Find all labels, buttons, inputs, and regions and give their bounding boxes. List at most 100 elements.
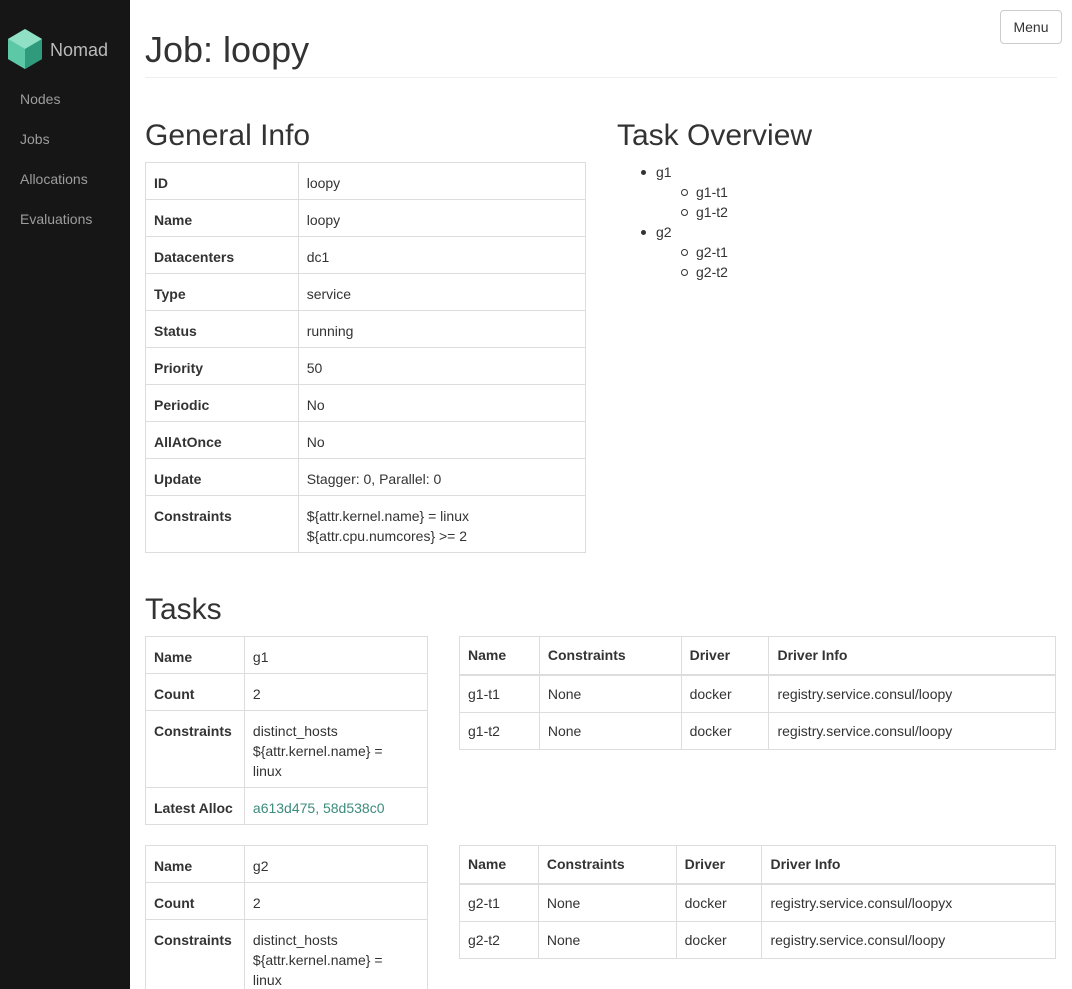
group-key: Latest Alloc (145, 787, 245, 825)
brand[interactable]: Nomad (7, 28, 109, 73)
list-item: g1 g1-t1 g1-t2 (617, 162, 728, 222)
task-driver-cell: docker (680, 674, 770, 713)
table-row: Type service (145, 273, 587, 311)
column-header: Constraints (537, 845, 677, 885)
table-row: Name g2 (145, 845, 429, 883)
table-row: g1-t1 None docker registry.service.consu… (459, 674, 1056, 713)
table-header-row: Name Constraints Driver Driver Info (459, 636, 1056, 676)
list-item: g2-t2 (656, 262, 728, 282)
group-key: Count (145, 882, 245, 920)
task-driver-cell: docker (680, 711, 770, 750)
group-key: Name (145, 845, 245, 883)
task-driver-info-cell: registry.service.consul/loopy (768, 674, 1056, 713)
info-value: No (297, 384, 587, 422)
info-key: Constraints (145, 495, 299, 553)
info-key: AllAtOnce (145, 421, 299, 459)
table-row: g2-t1 None docker registry.service.consu… (459, 883, 1056, 922)
info-key: ID (145, 162, 299, 200)
task-driver-info-cell: registry.service.consul/loopy (768, 711, 1056, 750)
task-driver-cell: docker (675, 920, 763, 959)
info-value: service (297, 273, 587, 311)
constraint-line: ${attr.kernel.name} = (252, 743, 383, 759)
nomad-logo-icon (7, 28, 43, 73)
table-row: Status running (145, 310, 587, 348)
task-name-cell: g2-t2 (459, 920, 539, 959)
table-row: Constraints ${attr.kernel.name} = linux … (145, 495, 587, 553)
table-row: Update Stagger: 0, Parallel: 0 (145, 458, 587, 496)
task-name-cell: g1-t2 (459, 711, 540, 750)
group-key: Name (145, 636, 245, 674)
table-row: Periodic No (145, 384, 587, 422)
constraint-line: distinct_hosts (252, 723, 338, 739)
constraint-line: ${attr.cpu.numcores} >= 2 (306, 528, 468, 544)
info-key: Priority (145, 347, 299, 385)
column-header: Driver (675, 845, 763, 885)
sidebar-item-jobs[interactable]: Jobs (20, 131, 50, 147)
group-key: Constraints (145, 710, 245, 788)
task-driver-info-cell: registry.service.consul/loopyx (761, 883, 1056, 922)
column-header: Name (459, 636, 540, 676)
title-divider (145, 77, 1057, 78)
info-value: running (297, 310, 587, 348)
info-key: Type (145, 273, 299, 311)
general-info-table: ID loopy Name loopy Datacenters dc1 Type ser… (145, 162, 587, 553)
table-row: Constraints distinct_hosts ${attr.kernel… (145, 710, 429, 788)
group-key: Count (145, 673, 245, 711)
group-g2-tasks-table: Name Constraints Driver Driver Info g2-t… (459, 845, 1056, 959)
info-value: loopy (297, 199, 587, 237)
constraint-line: linux (252, 972, 282, 988)
group-name: g2 (656, 224, 672, 240)
latest-alloc-link[interactable]: a613d475, 58d538c0 (243, 787, 429, 825)
group-value: g2 (243, 845, 429, 883)
table-header-row: Name Constraints Driver Driver Info (459, 845, 1056, 885)
info-value: loopy (297, 162, 587, 200)
group-value: g1 (243, 636, 429, 674)
list-item: g1-t2 (656, 202, 728, 222)
table-row: Latest Alloc a613d475, 58d538c0 (145, 787, 429, 825)
column-header: Driver Info (761, 845, 1056, 885)
group-g1-tasks-table: Name Constraints Driver Driver Info g1-t… (459, 636, 1056, 750)
page-title: Job: loopy (145, 29, 310, 70)
info-value-constraints: ${attr.kernel.name} = linux ${attr.cpu.n… (297, 495, 587, 553)
column-header: Name (459, 845, 539, 885)
list-item: g2-t1 (656, 242, 728, 262)
list-item: g2 g2-t1 g2-t2 (617, 222, 728, 282)
task-name: g1-t2 (696, 204, 728, 220)
table-row: Name g1 (145, 636, 429, 674)
info-key: Name (145, 199, 299, 237)
menu-button[interactable]: Menu (1000, 10, 1062, 44)
task-constraints-cell: None (538, 711, 682, 750)
info-key: Periodic (145, 384, 299, 422)
table-row: AllAtOnce No (145, 421, 587, 459)
sidebar: Nomad Nodes Jobs Allocations Evaluations (0, 0, 130, 989)
task-constraints-cell: None (537, 883, 677, 922)
group-value: 2 (243, 673, 429, 711)
info-key: Status (145, 310, 299, 348)
group-g2-table: Name g2 Count 2 Constraints distinct_hosts… (145, 845, 429, 989)
table-row: Count 2 (145, 673, 429, 711)
info-value: dc1 (297, 236, 587, 274)
group-g1-table: Name g1 Count 2 Constraints distinct_hosts… (145, 636, 429, 825)
task-constraints-cell: None (537, 920, 677, 959)
task-driver-cell: docker (675, 883, 763, 922)
sidebar-item-allocations[interactable]: Allocations (20, 171, 88, 187)
constraint-line: distinct_hosts (252, 932, 338, 948)
column-header: Constraints (538, 636, 682, 676)
task-driver-info-cell: registry.service.consul/loopy (761, 920, 1056, 959)
info-value: Stagger: 0, Parallel: 0 (297, 458, 587, 496)
table-row: Name loopy (145, 199, 587, 237)
list-item: g1-t1 (656, 182, 728, 202)
group-key: Constraints (145, 919, 245, 989)
info-key: Datacenters (145, 236, 299, 274)
group-constraints: distinct_hosts ${attr.kernel.name} = lin… (243, 919, 429, 989)
brand-name: Nomad (50, 39, 109, 60)
constraint-line: linux (252, 763, 282, 779)
general-info-heading: General Info (145, 119, 311, 152)
column-header: Driver (680, 636, 770, 676)
sidebar-item-nodes[interactable]: Nodes (20, 91, 60, 107)
info-value: No (297, 421, 587, 459)
table-row: g1-t2 None docker registry.service.consu… (459, 711, 1056, 750)
sidebar-item-evaluations[interactable]: Evaluations (20, 211, 92, 227)
table-row: ID loopy (145, 162, 587, 200)
info-value: 50 (297, 347, 587, 385)
